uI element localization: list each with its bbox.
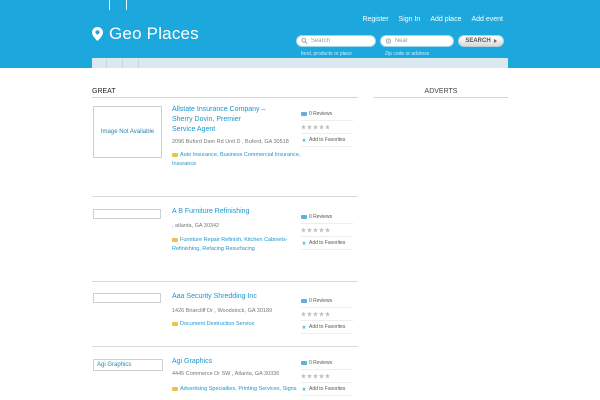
listing-thumbnail[interactable]: [93, 209, 161, 219]
folder-icon: [172, 321, 178, 326]
listing-actions: 0 Reviews Add to Favorites: [301, 108, 353, 147]
add-place-link[interactable]: Add place: [430, 16, 461, 23]
section-title: GREAT: [92, 88, 116, 95]
rating-stars: [301, 370, 353, 383]
folder-icon: [172, 237, 178, 242]
map-pin-icon: [92, 27, 103, 41]
top-nav: Register Sign In Add place Add event: [362, 16, 503, 23]
near-field[interactable]: [380, 35, 454, 47]
listing-title[interactable]: A B Furniture Refinishing: [172, 207, 249, 217]
listing-actions: 0 Reviews Add to Favorites: [301, 357, 353, 396]
star-icon: [302, 138, 306, 142]
reviews-link[interactable]: 0 Reviews: [301, 357, 353, 370]
listing-address: 2096 Buford Dam Rd Unit D , Buford, GA 3…: [172, 139, 289, 145]
listing-item: A B Furniture Refinishing , atlanta, GA …: [92, 207, 358, 282]
site-logo[interactable]: Geo Places: [92, 24, 199, 44]
near-input[interactable]: [394, 38, 453, 44]
listing-thumbnail[interactable]: [93, 293, 161, 303]
listing-title[interactable]: Aaa Security Shredding Inc: [172, 292, 257, 302]
comment-icon: [301, 215, 307, 219]
listing-item: Agi Graphics Agi Graphics 4445 Commerce …: [92, 357, 358, 400]
caret-right-icon: [493, 39, 497, 43]
rating-stars: [301, 121, 353, 134]
listing-categories[interactable]: Auto Insurance, Business Commercial Insu…: [172, 151, 302, 169]
listing-divider: [92, 346, 358, 347]
header-decoration: [109, 0, 129, 10]
comment-icon: [301, 299, 307, 303]
register-link[interactable]: Register: [362, 16, 388, 23]
listing-categories[interactable]: Furniture Repair Refinish, Kitchen Cabin…: [172, 236, 302, 254]
listing-actions: 0 Reviews Add to Favorites: [301, 295, 353, 334]
sub-navigation-bar: [92, 58, 508, 68]
folder-icon: [172, 386, 178, 391]
reviews-link[interactable]: 0 Reviews: [301, 211, 353, 224]
rating-stars: [301, 224, 353, 237]
search-button[interactable]: SEARCH: [458, 35, 504, 47]
add-to-favorites-link[interactable]: Add to Favorites: [301, 321, 353, 334]
site-title: Geo Places: [109, 24, 199, 43]
listing-address: 1426 Briarcliff Dr , Woodstock, GA 30189: [172, 308, 273, 314]
listing-title[interactable]: Allstate Insurance Company – Sherry Dovi…: [172, 105, 265, 135]
rating-stars: [301, 308, 353, 321]
add-event-link[interactable]: Add event: [471, 16, 503, 23]
add-to-favorites-link[interactable]: Add to Favorites: [301, 383, 353, 396]
thumbnail-placeholder-text: Agi Graphics: [97, 362, 132, 368]
star-icon: [302, 241, 306, 245]
sign-in-link[interactable]: Sign In: [399, 16, 421, 23]
listing-categories[interactable]: Advertising Specialties, Printing Servic…: [172, 385, 307, 394]
location-icon: [385, 38, 392, 44]
adverts-title: ADVERTS: [424, 88, 458, 95]
add-to-favorites-link[interactable]: Add to Favorites: [301, 237, 353, 250]
reviews-link[interactable]: 0 Reviews: [301, 108, 353, 121]
adverts-divider: [374, 97, 508, 98]
listing-address: , atlanta, GA 30342: [172, 223, 220, 229]
listing-divider: [92, 196, 358, 197]
folder-icon: [172, 152, 178, 157]
listing-thumbnail[interactable]: Image Not Available: [93, 106, 162, 158]
listing-title[interactable]: Agi Graphics: [172, 357, 212, 367]
search-field[interactable]: [296, 35, 376, 47]
listing-thumbnail[interactable]: Agi Graphics: [93, 359, 163, 371]
search-input[interactable]: [310, 38, 375, 44]
listing-actions: 0 Reviews Add to Favorites: [301, 211, 353, 250]
thumbnail-placeholder-text: Image Not Available: [100, 129, 155, 135]
listing-item: Aaa Security Shredding Inc 1426 Briarcli…: [92, 292, 358, 347]
listing-divider: [92, 281, 358, 282]
search-button-label: SEARCH: [465, 38, 491, 44]
listing-address: 4445 Commerce Dr SW , Atlanta, GA 30336: [172, 371, 280, 377]
star-icon: [302, 325, 306, 329]
comment-icon: [301, 361, 307, 365]
comment-icon: [301, 112, 307, 116]
search-hint: food, products or place: [301, 51, 352, 57]
section-divider: [92, 97, 358, 98]
listing-categories[interactable]: Document Destruction Service: [172, 320, 302, 329]
near-hint: Zip code or address: [385, 51, 430, 57]
search-icon: [301, 37, 308, 44]
site-header: Geo Places Register Sign In Add place Ad…: [0, 0, 600, 68]
add-to-favorites-link[interactable]: Add to Favorites: [301, 134, 353, 147]
listing-item: Image Not Available Allstate Insurance C…: [92, 105, 358, 197]
star-icon: [302, 387, 306, 391]
reviews-link[interactable]: 0 Reviews: [301, 295, 353, 308]
